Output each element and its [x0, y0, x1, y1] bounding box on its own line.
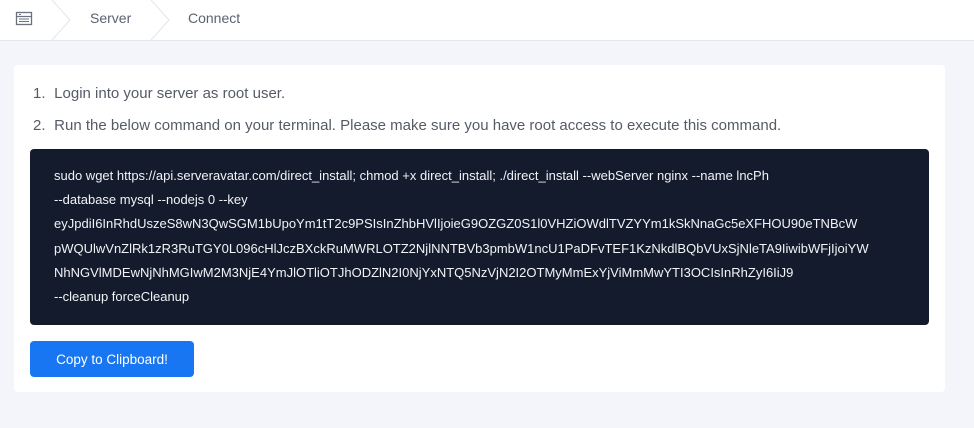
command-line: --cleanup forceCleanup	[54, 289, 190, 305]
instruction-step-1: 1. Login into your server as root user.	[33, 85, 285, 102]
command-line: NhNGVlMDEwNjNhMGIwM2M3NjE4YmJlOTliOTJhOD…	[54, 264, 794, 280]
command-line: pWQUlwVnZlRk1zR3RuTGY0L096cHlJczBXckRuMW…	[54, 240, 869, 256]
command-line: sudo wget https://api.serveravatar.com/d…	[54, 168, 769, 183]
command-line: --database mysql --nodejs 0 --key	[54, 192, 248, 208]
instruction-step-2: 2. Run the below command on your termina…	[33, 117, 781, 134]
step-number: 1.	[33, 85, 46, 102]
step-text: Login into your server as root user.	[54, 85, 286, 102]
step-text: Run the below command on your terminal. …	[54, 117, 782, 134]
connect-card: 1. Login into your server as root user. …	[14, 65, 945, 392]
breadcrumb-separator-icon	[51, 0, 71, 40]
copy-to-clipboard-button[interactable]: Copy to Clipboard!	[30, 341, 194, 377]
install-command-block[interactable]: sudo wget https://api.serveravatar.com/d…	[30, 149, 929, 325]
command-line: eyJpdiI6InRhdUszeS8wN3QwSGM1bUpoYm1tT2c9…	[54, 216, 858, 232]
top-bar: Server Connect	[0, 0, 974, 41]
breadcrumb-separator-icon	[150, 0, 170, 40]
breadcrumb-connect: Connect	[188, 10, 241, 26]
breadcrumb-server[interactable]: Server	[90, 0, 131, 40]
step-number: 2.	[33, 117, 46, 134]
server-list-icon[interactable]	[14, 10, 34, 28]
